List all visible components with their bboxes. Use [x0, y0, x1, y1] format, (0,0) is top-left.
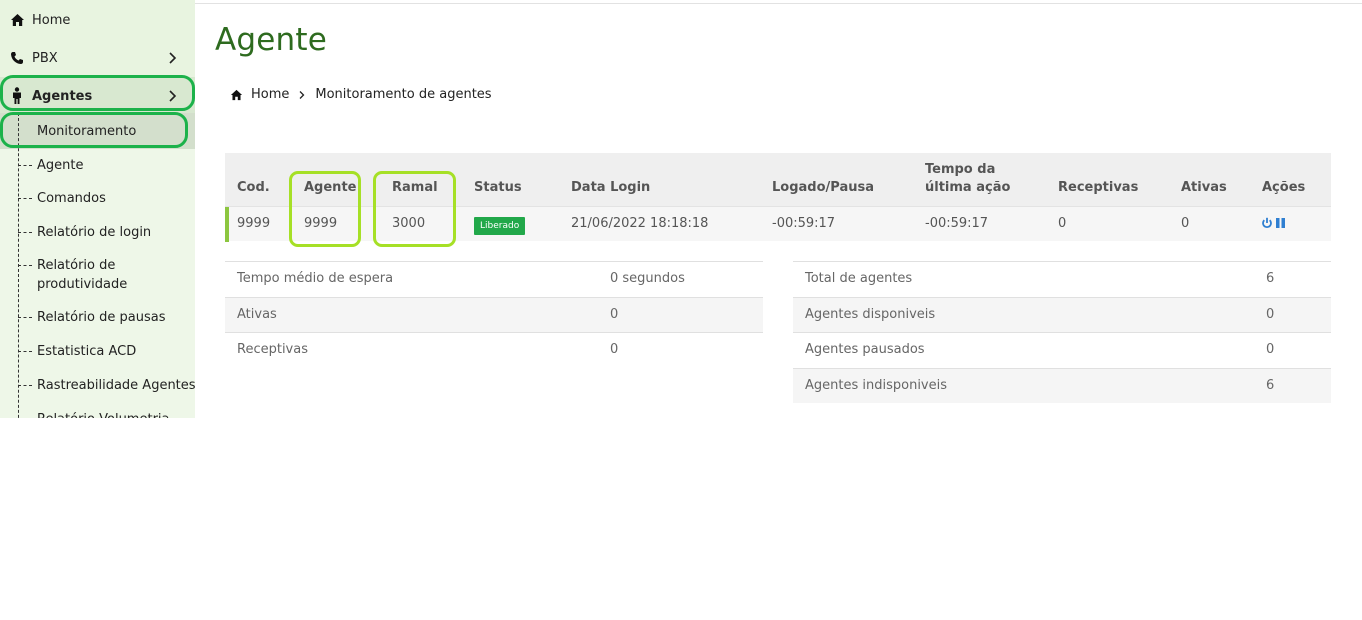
sidebar-item-pbx[interactable]: PBX: [0, 39, 195, 77]
annotation-ring-monitoramento: [0, 112, 188, 148]
col-header-acoes: Ações: [1262, 180, 1306, 195]
col-header-tempo-ultima-acao[interactable]: Tempo da última ação: [925, 161, 1010, 197]
submenu-item-relatorio-pausas[interactable]: Relatório de pausas: [18, 308, 195, 327]
stat-label: Total de agentes: [805, 271, 913, 286]
home-icon: [9, 12, 25, 28]
stat-label: Agentes pausados: [805, 342, 925, 357]
col-header-ativas[interactable]: Ativas: [1181, 179, 1227, 197]
cell-receptivas: 0: [1058, 216, 1067, 231]
col-header-data-login[interactable]: Data Login: [571, 179, 650, 197]
cell-logado-pausa: -00:59:17: [772, 216, 836, 231]
stat-row: Agentes indisponiveis 6: [793, 367, 1331, 403]
cell-ativas: 0: [1181, 216, 1190, 231]
stat-row: Tempo médio de espera 0 segundos: [225, 261, 763, 297]
stats-left-table: Tempo médio de espera 0 segundos Ativas …: [225, 261, 763, 368]
stat-value: 0: [1266, 342, 1275, 357]
phone-icon: [9, 50, 25, 66]
stats-right-table: Total de agentes 6 Agentes disponiveis 0…: [793, 261, 1331, 403]
status-badge: Liberado: [474, 217, 526, 235]
sidebar-item-label: Home: [32, 12, 71, 28]
stat-value: 0: [610, 306, 619, 322]
stat-value: 0: [610, 342, 619, 357]
sidebar-item-label: PBX: [32, 50, 58, 66]
stat-label: Tempo médio de espera: [237, 271, 394, 286]
stat-label: Agentes disponiveis: [805, 306, 936, 322]
pause-icon[interactable]: [1275, 217, 1286, 229]
power-icon[interactable]: [1261, 217, 1273, 229]
chevron-right-icon: [167, 50, 179, 66]
home-icon[interactable]: [230, 89, 243, 101]
stat-label: Ativas: [237, 306, 277, 322]
col-header-cod[interactable]: Cod.: [237, 179, 270, 197]
agentes-submenu: Monitoramento Agente Comandos Relatório …: [0, 113, 195, 418]
stat-row: Total de agentes 6: [793, 261, 1331, 297]
page-title: Agente: [215, 22, 328, 58]
submenu-item-estatistica-acd[interactable]: Estatistica ACD: [18, 342, 195, 361]
row-actions: [1261, 217, 1286, 229]
stat-label: Agentes indisponiveis: [805, 377, 948, 393]
stat-label: Receptivas: [237, 342, 308, 357]
cell-tempo-ultima-acao: -00:59:17: [925, 216, 989, 231]
stat-value: 0 segundos: [610, 271, 685, 286]
cell-data-login: 21/06/2022 18:18:18: [571, 216, 709, 231]
chevron-right-icon: [298, 89, 306, 101]
annotation-box-agente: [289, 171, 361, 247]
stat-value: 6: [1266, 271, 1275, 286]
stat-row: Agentes pausados 0: [793, 332, 1331, 368]
cell-cod: 9999: [237, 216, 271, 231]
stat-row: Receptivas 0: [225, 332, 763, 368]
stat-row: Ativas 0: [225, 296, 763, 332]
top-divider: [195, 3, 1362, 4]
annotation-box-ramal: [373, 171, 456, 247]
submenu-item-relatorio-login[interactable]: Relatório de login: [18, 223, 195, 242]
breadcrumb: Home Monitoramento de agentes: [230, 87, 492, 102]
submenu-item-relatorio-produtividade[interactable]: Relatório de produtividade: [18, 256, 147, 294]
stat-row: Agentes disponiveis 0: [793, 296, 1331, 332]
row-status-bar: [225, 207, 229, 242]
submenu-item-relatorio-volumetria[interactable]: Relatório Volumetria: [18, 410, 195, 418]
col-header-logado-pausa[interactable]: Logado/Pausa: [772, 179, 874, 197]
submenu-item-agente[interactable]: Agente: [18, 156, 195, 175]
sidebar: Home PBX Agentes Monitoramento Agente Co…: [0, 0, 195, 418]
annotation-ring-agentes: [0, 75, 195, 111]
stat-value: 0: [1266, 306, 1275, 322]
col-header-receptivas[interactable]: Receptivas: [1058, 179, 1138, 197]
stat-value: 6: [1266, 377, 1275, 393]
col-header-status[interactable]: Status: [474, 179, 522, 197]
breadcrumb-current: Monitoramento de agentes: [315, 87, 492, 102]
breadcrumb-home[interactable]: Home: [251, 87, 289, 102]
sidebar-item-home[interactable]: Home: [0, 1, 195, 39]
submenu-item-rastreabilidade[interactable]: Rastreabilidade Agentes: [18, 376, 195, 395]
submenu-item-comandos[interactable]: Comandos: [18, 189, 195, 208]
